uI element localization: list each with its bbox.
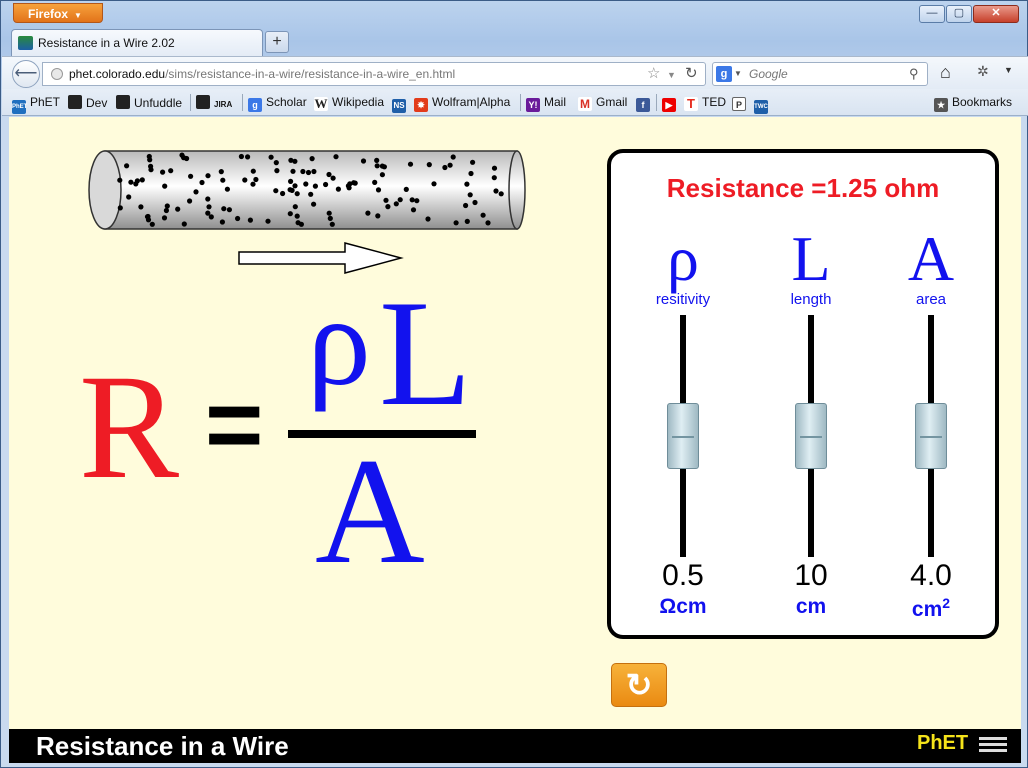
formula-equals: =	[205, 369, 264, 481]
globe-icon	[51, 68, 63, 80]
bookmarks-star-icon: ★	[934, 98, 948, 112]
search-input[interactable]: g ▼ Google ⚲	[712, 62, 928, 86]
bookmark-p[interactable]: P	[732, 95, 750, 111]
bookmarks-menu[interactable]: ★ Bookmarks	[934, 95, 1012, 112]
simulation-area: R = ρ L A Resistance =1.25 ohm ρ resitiv…	[9, 117, 1021, 729]
browser-window: Firefox ▼ — ▢ ✕ Resistance in a Wire 2.02…	[0, 0, 1028, 768]
magnifier-icon[interactable]: ⚲	[909, 63, 919, 85]
wikipedia-icon: W	[314, 96, 328, 111]
bookmark-jira[interactable]: JIRA	[196, 95, 232, 110]
phet-logo[interactable]: PhET	[917, 732, 968, 755]
search-engine-dropdown-icon[interactable]: ▼	[734, 63, 742, 85]
gmail-icon: M	[578, 97, 592, 111]
reload-icon[interactable]: ↻	[685, 63, 698, 85]
area-value: 4.0	[910, 559, 952, 592]
jira-icon: JIRA	[214, 100, 233, 109]
bookmarks-toolbar: PhET PhET Dev Unfuddle JIRA g Scholar W Wik…	[2, 89, 1028, 116]
bookmark-twc[interactable]: TWC	[754, 95, 772, 114]
sim-navigation-bar: Resistance in a Wire PhET	[9, 729, 1021, 763]
wolfram-icon: ✸	[414, 98, 428, 112]
bookmark-dev[interactable]: Dev	[68, 95, 107, 110]
formula-r: R	[79, 344, 180, 510]
phet-icon: PhET	[12, 100, 27, 114]
resistivity-label: resitivity	[655, 291, 711, 308]
bookmark-ted[interactable]: T TED	[684, 95, 726, 111]
length-slider-group: L length 10 cm	[751, 225, 871, 625]
back-button[interactable]: ⟵	[12, 60, 40, 88]
resistivity-slider-group: ρ resitivity 0.5 Ωcm	[623, 225, 743, 625]
google-search-engine-icon[interactable]: g	[716, 66, 732, 82]
bookmark-gmail[interactable]: M Gmail	[578, 95, 627, 111]
hamburger-menu-icon[interactable]	[979, 737, 1007, 753]
length-label: length	[790, 291, 832, 308]
resistivity-symbol: ρ	[667, 223, 699, 294]
youtube-icon: ▶	[662, 98, 676, 112]
home-icon[interactable]: ⌂	[940, 62, 951, 83]
twc-icon: TWC	[754, 100, 768, 114]
maximize-button[interactable]: ▢	[946, 5, 972, 23]
bookmark-unfuddle[interactable]: Unfuddle	[116, 95, 182, 110]
phet-favicon-icon	[18, 36, 33, 50]
bookmark-wikipedia[interactable]: W Wikipedia	[314, 95, 384, 111]
control-panel: Resistance =1.25 ohm ρ resitivity 0.5 Ωc…	[607, 149, 999, 639]
yahoo-icon: Y!	[526, 98, 540, 112]
area-unit: cm2	[911, 595, 951, 621]
bookmark-youtube[interactable]: ▶	[662, 95, 680, 112]
close-window-button[interactable]: ✕	[973, 5, 1019, 23]
area-slider-group: A area 4.0 cm2	[871, 225, 991, 625]
tab-title: Resistance in a Wire 2.02	[38, 36, 175, 50]
cu-icon	[196, 95, 210, 109]
cu-icon	[68, 95, 82, 109]
resistivity-unit: Ωcm	[659, 595, 707, 618]
area-slider-thumb[interactable]	[915, 403, 947, 469]
bookmark-ns[interactable]: NS	[392, 95, 410, 113]
tab-resistance-in-a-wire[interactable]: Resistance in a Wire 2.02	[11, 29, 263, 56]
unfuddle-icon	[116, 95, 130, 109]
p-icon: P	[732, 97, 746, 111]
bookmark-scholar[interactable]: g Scholar	[248, 95, 307, 112]
resistivity-value: 0.5	[662, 559, 704, 592]
minimize-button[interactable]: —	[919, 5, 945, 23]
formula-rho: ρ	[307, 270, 371, 412]
url-path: /sims/resistance-in-a-wire/resistance-in…	[165, 67, 456, 81]
length-symbol: L	[791, 223, 831, 294]
google-icon: g	[248, 98, 262, 112]
ns-icon: NS	[392, 99, 406, 113]
bookmark-star-icon[interactable]: ☆	[647, 63, 660, 85]
bookmark-phet[interactable]: PhET PhET	[12, 95, 60, 114]
resistivity-slider-thumb[interactable]	[667, 403, 699, 469]
length-value: 10	[794, 559, 828, 592]
length-slider-thumb[interactable]	[795, 403, 827, 469]
bookmark-wolfram-alpha[interactable]: ✸ Wolfram|Alpha	[414, 95, 510, 112]
sim-title: Resistance in a Wire	[36, 731, 289, 761]
reset-icon: ↻	[625, 667, 653, 703]
formula-play-area: R = ρ L A	[9, 117, 599, 729]
resistance-readout: Resistance =1.25 ohm	[666, 173, 940, 203]
formula-l: L	[379, 269, 472, 437]
ted-icon: T	[684, 97, 698, 111]
url-dropdown-icon[interactable]: ▼	[667, 64, 676, 86]
firefox-menu-button[interactable]: Firefox ▼	[13, 3, 103, 23]
navigation-bar: ⟵ phet.colorado.edu/sims/resistance-in-a…	[2, 56, 1028, 89]
formula-a: A	[315, 427, 425, 595]
bookmark-mail[interactable]: Y! Mail	[526, 95, 566, 112]
area-symbol: A	[907, 223, 955, 294]
wire-graphic	[88, 150, 526, 230]
new-tab-button[interactable]: +	[265, 31, 289, 53]
facebook-icon: f	[636, 98, 650, 112]
search-placeholder: Google	[749, 67, 788, 81]
url-bar[interactable]: phet.colorado.edu/sims/resistance-in-a-w…	[42, 62, 706, 86]
chevron-down-icon: ▼	[74, 11, 82, 20]
toolbar-overflow-icon[interactable]: ▼	[1004, 65, 1013, 75]
url-host: phet.colorado.edu	[69, 67, 166, 81]
area-label: area	[915, 291, 947, 308]
reset-all-button[interactable]: ↻	[611, 663, 667, 707]
bookmark-facebook[interactable]: f	[636, 95, 654, 112]
addon-icon[interactable]: ✲	[977, 63, 989, 80]
length-unit: cm	[795, 595, 827, 618]
